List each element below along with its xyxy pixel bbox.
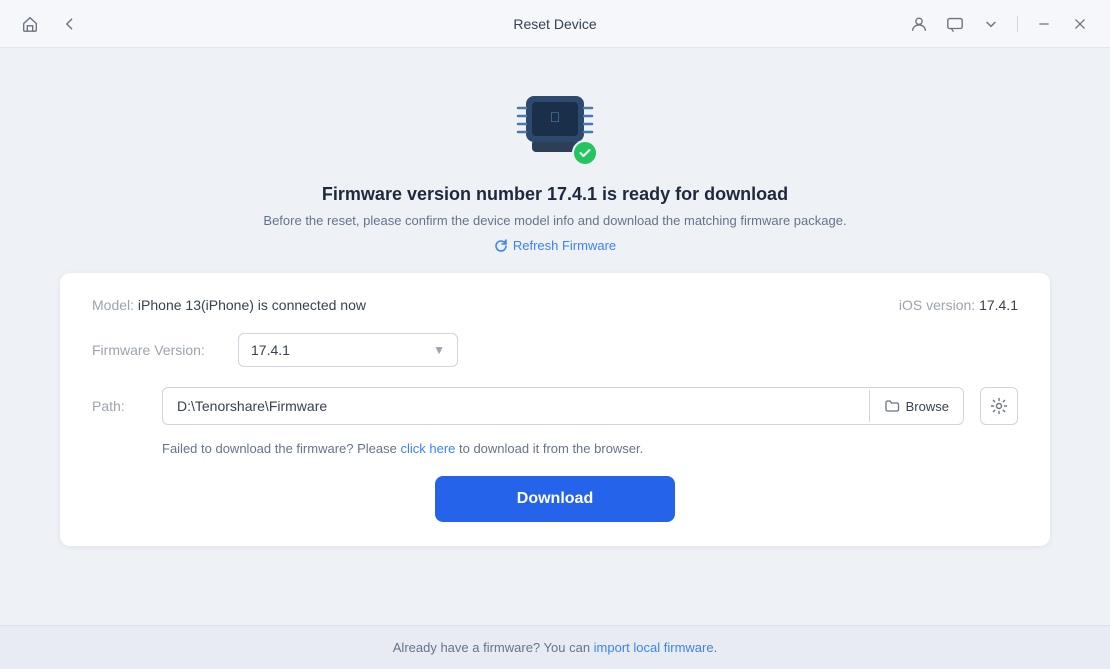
chevron-down-icon: ▼ bbox=[433, 343, 445, 357]
path-row: Path: Browse bbox=[92, 387, 1018, 425]
model-value: iPhone 13(iPhone) is connected now bbox=[138, 297, 366, 313]
check-badge bbox=[572, 140, 598, 166]
model-row: Model: iPhone 13(iPhone) is connected no… bbox=[92, 297, 1018, 313]
model-info: Model: iPhone 13(iPhone) is connected no… bbox=[92, 297, 366, 313]
chat-icon bbox=[946, 15, 964, 33]
firmware-version-value: 17.4.1 bbox=[251, 342, 290, 358]
folder-icon bbox=[884, 398, 900, 414]
click-here-link[interactable]: click here bbox=[400, 441, 455, 456]
titlebar-right bbox=[905, 10, 1094, 38]
ios-value: 17.4.1 bbox=[979, 297, 1018, 313]
import-local-firmware-link[interactable]: import local firmware bbox=[594, 640, 714, 655]
download-button[interactable]: Download bbox=[435, 476, 675, 522]
firmware-version-row: Firmware Version: 17.4.1 ▼ bbox=[92, 333, 1018, 367]
firmware-card: Model: iPhone 13(iPhone) is connected no… bbox=[60, 273, 1050, 546]
error-message: Failed to download the firmware? Please … bbox=[162, 441, 1018, 456]
model-label: Model: bbox=[92, 297, 134, 313]
path-label: Path: bbox=[92, 398, 146, 414]
browse-label: Browse bbox=[906, 399, 949, 414]
dropdown-button[interactable] bbox=[977, 10, 1005, 38]
ios-info: iOS version: 17.4.1 bbox=[899, 297, 1018, 313]
chevron-down-icon bbox=[983, 16, 999, 32]
footer-bar: Already have a firmware? You can import … bbox=[0, 625, 1110, 669]
titlebar-divider bbox=[1017, 16, 1018, 32]
titlebar: Reset Device bbox=[0, 0, 1110, 48]
browse-button[interactable]: Browse bbox=[869, 390, 963, 422]
home-button[interactable] bbox=[16, 10, 44, 38]
close-icon bbox=[1073, 17, 1087, 31]
path-input-wrap: Browse bbox=[162, 387, 964, 425]
page-subtitle: Before the reset, please confirm the dev… bbox=[263, 213, 846, 228]
minimize-button[interactable] bbox=[1030, 10, 1058, 38]
path-input[interactable] bbox=[163, 388, 869, 424]
firmware-version-select[interactable]: 17.4.1 ▼ bbox=[238, 333, 458, 367]
svg-text::  bbox=[550, 109, 561, 125]
account-icon bbox=[910, 15, 928, 33]
refresh-firmware-link[interactable]: Refresh Firmware bbox=[494, 238, 616, 253]
home-icon bbox=[21, 15, 39, 33]
main-content:  Firmware version number 17.4.1 is read… bbox=[0, 48, 1110, 625]
download-btn-wrap: Download bbox=[92, 476, 1018, 522]
titlebar-left bbox=[16, 10, 84, 38]
minimize-icon bbox=[1037, 17, 1051, 31]
chat-button[interactable] bbox=[941, 10, 969, 38]
ios-label: iOS version: bbox=[899, 297, 975, 313]
page-title: Firmware version number 17.4.1 is ready … bbox=[322, 184, 788, 205]
gear-icon bbox=[990, 397, 1008, 415]
error-msg-post: to download it from the browser. bbox=[455, 441, 643, 456]
settings-button[interactable] bbox=[980, 387, 1018, 425]
close-button[interactable] bbox=[1066, 10, 1094, 38]
footer-text-post: . bbox=[714, 640, 718, 655]
window-title: Reset Device bbox=[513, 16, 596, 32]
refresh-icon bbox=[494, 239, 508, 253]
error-msg-pre: Failed to download the firmware? Please bbox=[162, 441, 400, 456]
check-icon bbox=[578, 146, 592, 160]
footer-text-pre: Already have a firmware? You can bbox=[393, 640, 594, 655]
device-icon-area:  bbox=[510, 78, 600, 168]
firmware-version-label: Firmware Version: bbox=[92, 342, 222, 358]
back-icon bbox=[62, 16, 78, 32]
back-button[interactable] bbox=[56, 10, 84, 38]
account-button[interactable] bbox=[905, 10, 933, 38]
